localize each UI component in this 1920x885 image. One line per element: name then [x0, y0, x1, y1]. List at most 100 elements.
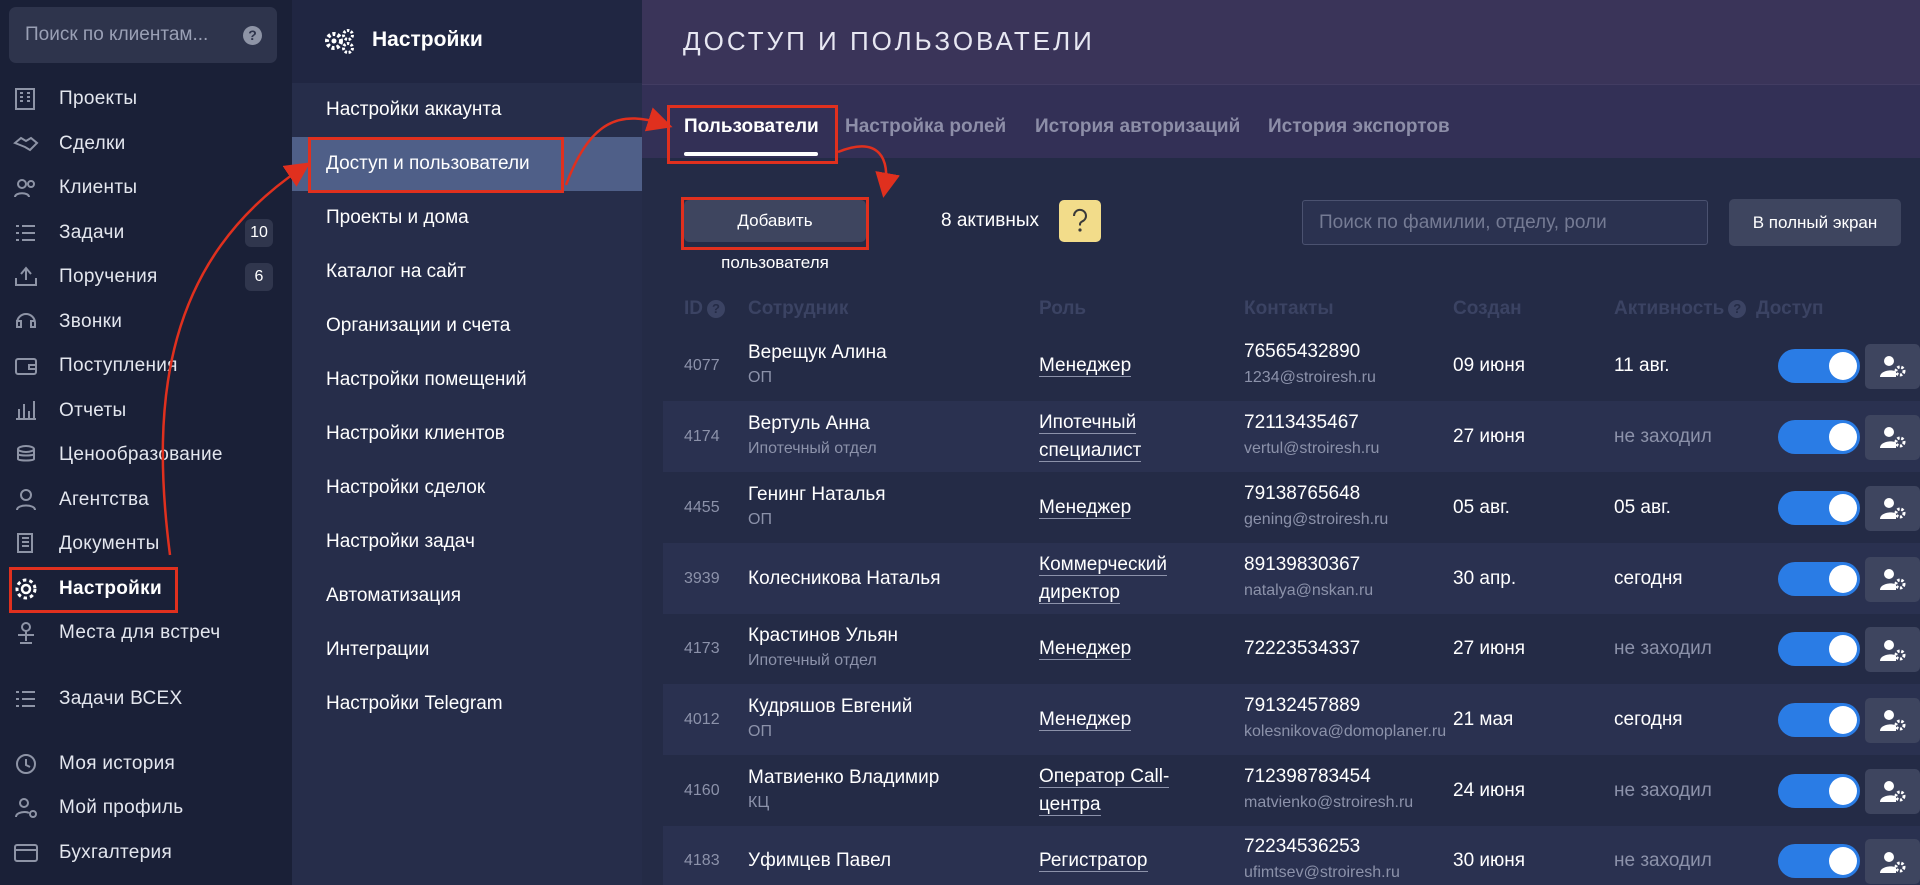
hint-button[interactable]: [1059, 200, 1101, 242]
access-toggle[interactable]: [1778, 702, 1860, 737]
user-phone: 712398783454: [1244, 765, 1371, 787]
table-row[interactable]: 4077 Верещук Алина ОП Менеджер 76565432890 12…: [663, 330, 1920, 401]
user-settings-button[interactable]: [1865, 697, 1920, 743]
access-toggle[interactable]: [1778, 561, 1860, 596]
tab-auth-history[interactable]: История авторизаций: [1035, 116, 1240, 138]
fullscreen-button[interactable]: В полный экран: [1729, 199, 1901, 246]
table-row[interactable]: 4455 Генинг Наталья ОП Менеджер 79138765648 g…: [663, 472, 1920, 543]
user-name[interactable]: Кудряшов Евгений: [748, 696, 912, 718]
user-name[interactable]: Крастинов Ульян: [748, 625, 898, 647]
table-row[interactable]: 4160 Матвиенко Владимир КЦ Оператор Call-це…: [663, 755, 1920, 826]
settings-item-12[interactable]: Настройки Telegram: [292, 677, 642, 731]
user-gear-icon: [1879, 427, 1905, 448]
col-created[interactable]: Создан: [1453, 298, 1522, 320]
access-toggle[interactable]: [1778, 490, 1860, 525]
col-role[interactable]: Роль: [1039, 298, 1086, 320]
highlight-settings-access: [308, 137, 564, 193]
sidebar-item-5[interactable]: Поручения 6: [0, 257, 292, 297]
col-activity[interactable]: Активность?: [1614, 298, 1747, 320]
settings-item-11[interactable]: Интеграции: [292, 623, 642, 677]
sidebar-item-16[interactable]: Мой профиль: [0, 788, 292, 828]
sidebar-item-9[interactable]: Ценообразование: [0, 435, 292, 475]
sidebar-item-1[interactable]: Проекты: [0, 79, 292, 119]
user-name[interactable]: Вертуль Анна: [748, 413, 870, 435]
user-role-link[interactable]: Менеджер: [1039, 352, 1239, 380]
settings-item-8[interactable]: Настройки сделок: [292, 461, 642, 515]
sidebar-item-17[interactable]: Бухгалтерия: [0, 833, 292, 873]
user-settings-button[interactable]: [1865, 343, 1920, 389]
settings-item-10[interactable]: Автоматизация: [292, 569, 642, 623]
user-role-link[interactable]: Регистратор: [1039, 847, 1239, 875]
user-name[interactable]: Колесникова Наталья: [748, 568, 941, 590]
user-settings-button[interactable]: [1865, 556, 1920, 602]
user-activity: не заходил: [1614, 779, 1712, 801]
sidebar-item-7[interactable]: Поступления: [0, 346, 292, 386]
sidebar-item-15[interactable]: Моя история: [0, 744, 292, 784]
id-help-icon[interactable]: ?: [707, 300, 725, 318]
user-role-link[interactable]: Оператор Call-центра: [1039, 763, 1189, 819]
user-dept: Ипотечный отдел: [748, 439, 877, 457]
sidebar-item-11[interactable]: Документы: [0, 524, 292, 564]
highlight-tab-users: [667, 105, 838, 164]
sidebar-item-8[interactable]: Отчеты: [0, 391, 292, 431]
client-search-input[interactable]: Поиск по клиентам... ?: [9, 7, 277, 63]
tab-export-history[interactable]: История экспортов: [1268, 116, 1450, 138]
chart-icon: [13, 398, 39, 424]
sidebar-item-10[interactable]: Агентства: [0, 480, 292, 520]
settings-item-6[interactable]: Настройки помещений: [292, 353, 642, 407]
podium-icon: [13, 620, 39, 646]
table-row[interactable]: 4174 Вертуль Анна Ипотечный отдел Ипотечный…: [663, 401, 1920, 472]
toggle-knob: [1829, 564, 1857, 593]
user-settings-button[interactable]: [1865, 627, 1920, 672]
sidebar-item-13[interactable]: Места для встреч: [0, 613, 292, 653]
user-settings-button[interactable]: [1865, 839, 1920, 884]
settings-item-3[interactable]: Проекты и дома: [292, 191, 642, 245]
user-created: 09 июня: [1453, 354, 1526, 376]
user-name[interactable]: Генинг Наталья: [748, 484, 886, 506]
settings-item-4[interactable]: Каталог на сайт: [292, 245, 642, 299]
user-name[interactable]: Верещук Алина: [748, 342, 887, 364]
settings-item-1[interactable]: Настройки аккаунта: [292, 83, 642, 137]
table-row[interactable]: 4173 Крастинов Ульян Ипотечный отдел Менедж…: [663, 614, 1920, 684]
user-name[interactable]: Матвиенко Владимир: [748, 767, 939, 789]
table-header: ID? Сотрудник Роль Контакты Создан Актив…: [642, 290, 1920, 330]
user-settings-button[interactable]: [1865, 768, 1920, 814]
access-toggle[interactable]: [1778, 773, 1860, 808]
table-row[interactable]: 4012 Кудряшов Евгений ОП Менеджер 7913245788…: [663, 684, 1920, 755]
user-role: Ипотечный специалист: [1039, 411, 1142, 462]
user-settings-button[interactable]: [1865, 485, 1920, 531]
user-settings-button[interactable]: [1865, 414, 1920, 460]
user-role-link[interactable]: Коммерческий директор: [1039, 551, 1189, 607]
settings-item-9[interactable]: Настройки задач: [292, 515, 642, 569]
user-id: 4174: [684, 427, 720, 445]
tab-roles[interactable]: Настройка ролей: [845, 116, 1006, 138]
history-icon: [13, 751, 39, 777]
access-toggle[interactable]: [1778, 419, 1860, 454]
sidebar-item-2[interactable]: Сделки: [0, 124, 292, 164]
user-role-link[interactable]: Менеджер: [1039, 706, 1239, 734]
sidebar-item-4[interactable]: Задачи 10: [0, 213, 292, 253]
table-row[interactable]: 3939 Колесникова Наталья Коммерческий дире…: [663, 543, 1920, 614]
access-toggle[interactable]: [1778, 844, 1860, 878]
user-role-link[interactable]: Ипотечный специалист: [1039, 409, 1189, 465]
user-role-link[interactable]: Менеджер: [1039, 494, 1239, 522]
access-toggle[interactable]: [1778, 348, 1860, 383]
user-email: gening@stroiresh.ru: [1244, 510, 1389, 528]
user-created: 30 апр.: [1453, 567, 1517, 589]
settings-item-7[interactable]: Настройки клиентов: [292, 407, 642, 461]
access-toggle[interactable]: [1778, 632, 1860, 666]
sidebar-item-3[interactable]: Клиенты: [0, 168, 292, 208]
user-search-input[interactable]: Поиск по фамилии, отделу, роли: [1302, 200, 1708, 245]
user-role: Менеджер: [1039, 354, 1132, 377]
user-name[interactable]: Уфимцев Павел: [748, 850, 891, 872]
col-employee[interactable]: Сотрудник: [748, 298, 848, 320]
user-created: 27 июня: [1453, 425, 1526, 447]
sidebar-item-6[interactable]: Звонки: [0, 302, 292, 342]
settings-item-5[interactable]: Организации и счета: [292, 299, 642, 353]
user-role-link[interactable]: Менеджер: [1039, 635, 1239, 663]
table-row[interactable]: 4183 Уфимцев Павел Регистратор 72234536253 u…: [663, 826, 1920, 885]
sidebar-item-14[interactable]: Задачи ВСЕХ: [0, 679, 292, 719]
coins-icon: [13, 442, 39, 468]
activity-help-icon[interactable]: ?: [1728, 300, 1747, 318]
help-icon[interactable]: ?: [243, 26, 262, 45]
